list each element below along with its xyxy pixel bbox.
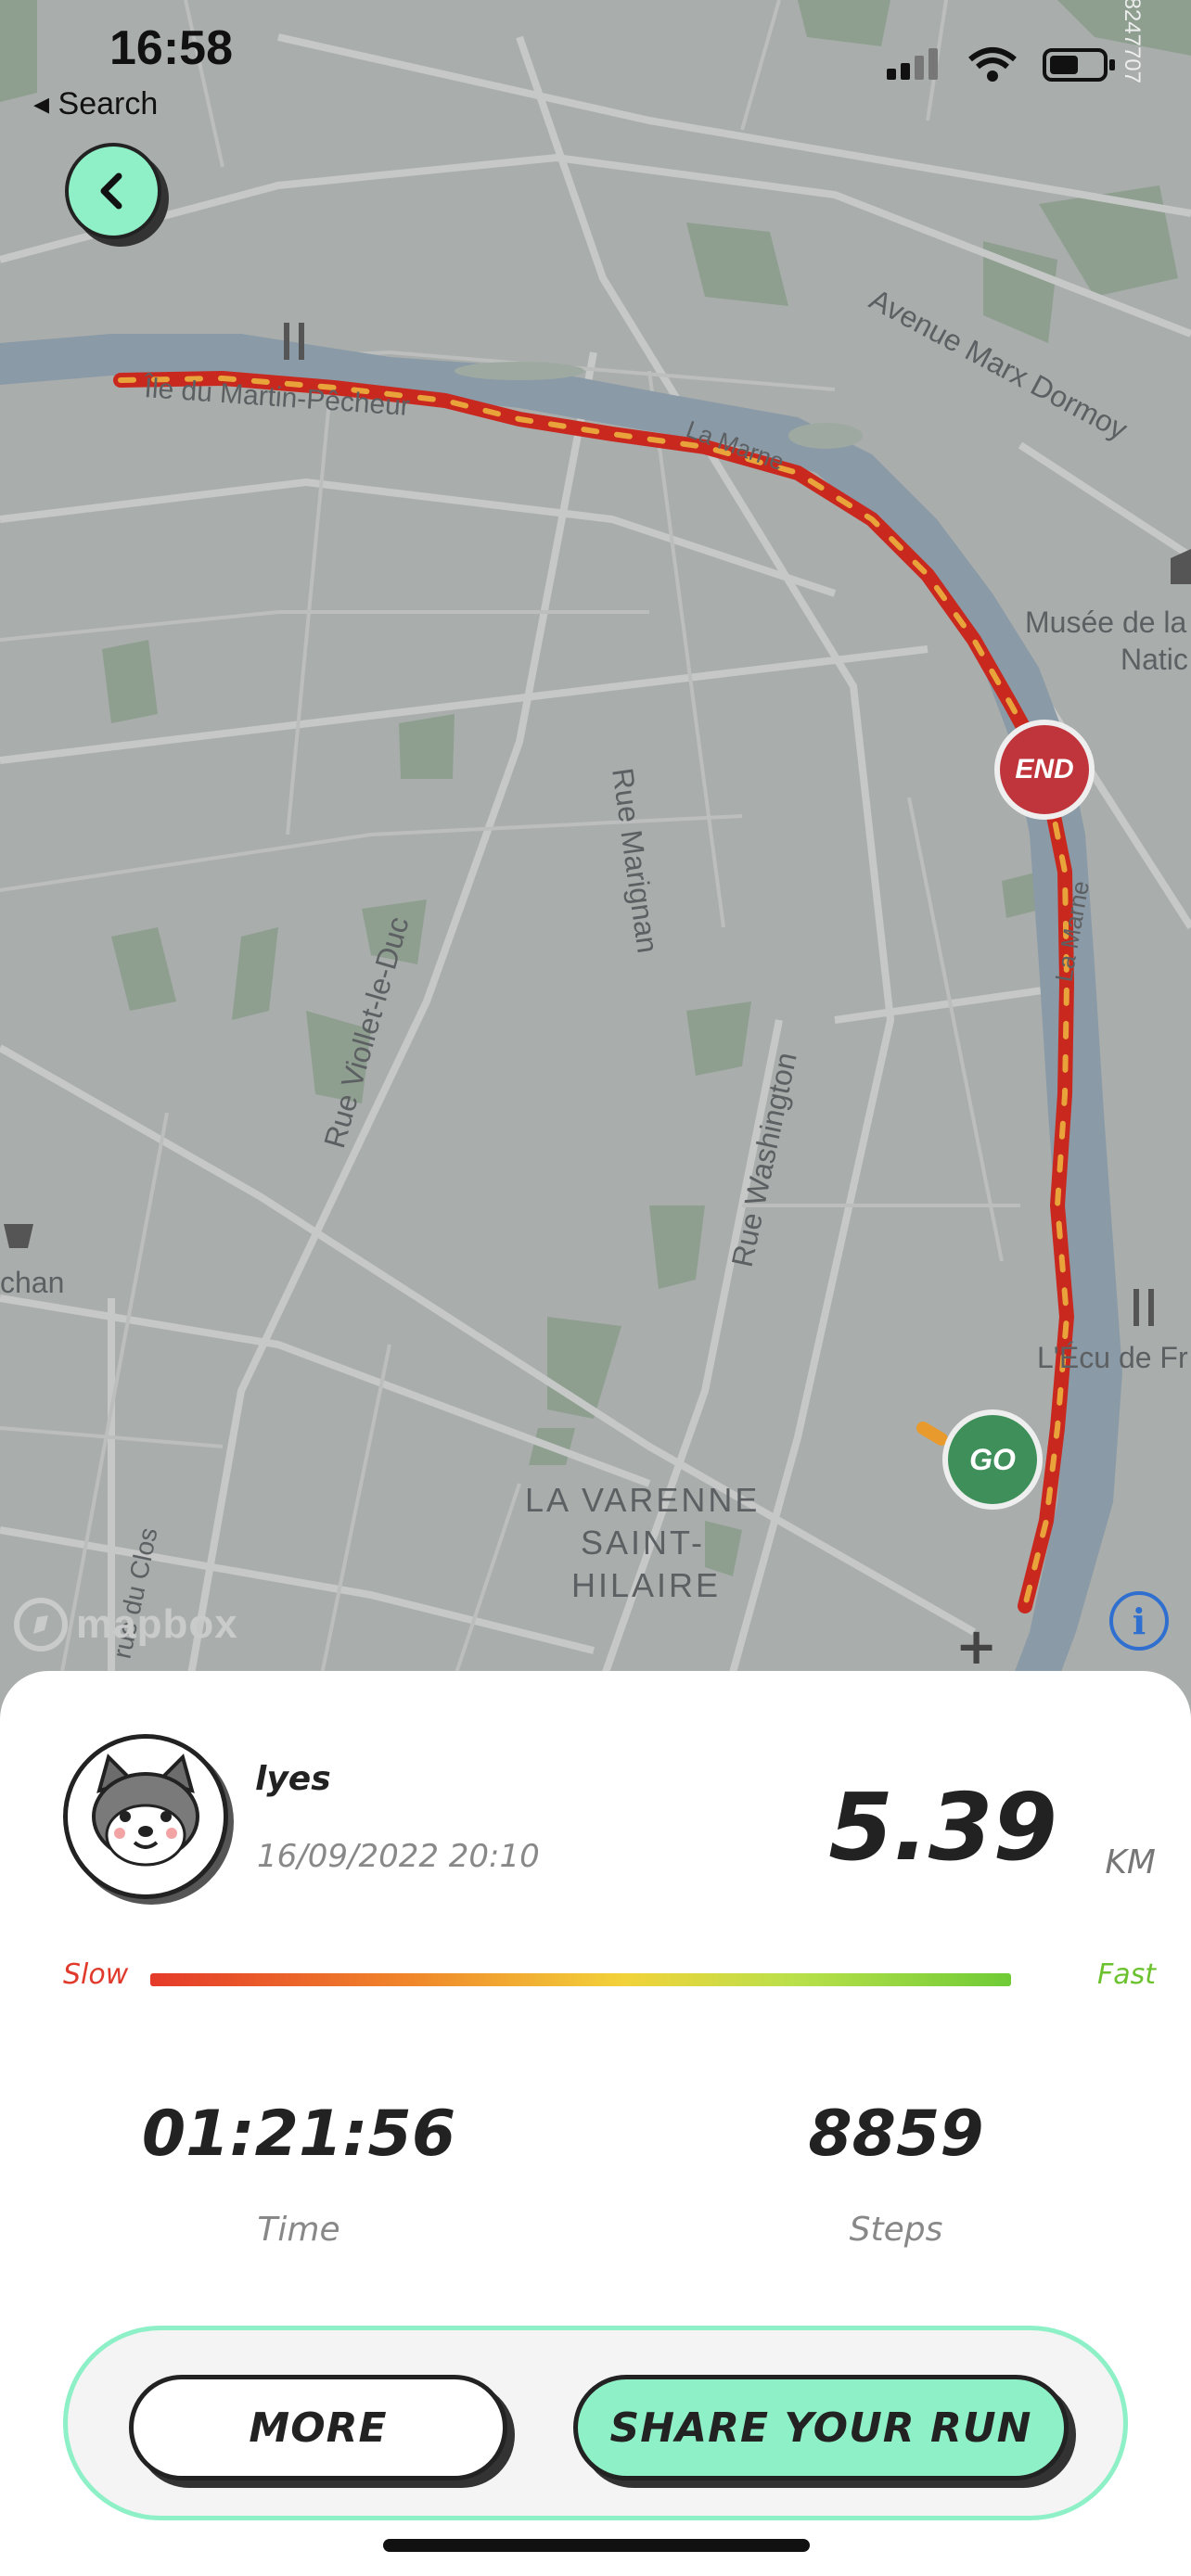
speed-legend-fast: Fast (1096, 1958, 1156, 1991)
map-label-museum-2: Natic (1121, 643, 1188, 676)
map-label-museum: Musée de la (1025, 606, 1187, 639)
run-summary-sheet: lyes 16/09/2022 20:10 5.39 KM Slow Fast … (0, 1671, 1191, 2576)
status-time: 16:58 (109, 21, 233, 75)
cellular-signal-icon (887, 48, 938, 80)
run-distance-unit: KM (1105, 1843, 1156, 1881)
map-label-district-1: LA VARENNE (525, 1481, 760, 1519)
restaurant-icon (1133, 1289, 1139, 1326)
back-to-search-link[interactable]: ◂ Search (33, 85, 158, 122)
speed-gradient-bar (150, 1973, 1011, 1986)
chevron-left-icon (100, 172, 122, 210)
island (788, 423, 863, 449)
zoom-in-icon[interactable]: + (955, 1617, 997, 1676)
map-label-ecu: L'Écu de Fr (1037, 1341, 1188, 1374)
run-time-value: 01:21:56 (141, 2098, 456, 2171)
route-map[interactable]: Avenue Marx Dormoy La Marne La Marne Mus… (0, 0, 1191, 1708)
speed-legend-slow: Slow (63, 1958, 129, 1991)
device-id-text: 131298247707 (1120, 0, 1145, 83)
mapbox-logo-icon (14, 1598, 68, 1651)
avatar[interactable] (63, 1734, 228, 1899)
run-steps-label: Steps (849, 2211, 943, 2249)
start-marker[interactable]: GO (942, 1409, 1043, 1510)
mapbox-attribution[interactable]: mapbox (13, 1597, 238, 1652)
more-button[interactable]: MORE (129, 2375, 507, 2480)
run-steps-value: 8859 (808, 2098, 984, 2171)
info-icon[interactable]: i (1109, 1591, 1169, 1651)
map-label-district-2: SAINT- (581, 1524, 705, 1562)
home-indicator[interactable] (383, 2539, 810, 2552)
mapbox-wordmark: mapbox (76, 1601, 238, 1647)
status-icons (887, 46, 1117, 83)
action-bar: MORE SHARE YOUR RUN (63, 2326, 1128, 2520)
end-marker[interactable]: END (994, 720, 1095, 820)
run-time-label: Time (257, 2211, 340, 2249)
share-run-button[interactable]: SHARE YOUR RUN (573, 2375, 1069, 2480)
map-label-shop: chan (0, 1266, 64, 1299)
dog-avatar-icon (68, 1739, 224, 1894)
battery-icon (1043, 48, 1115, 82)
back-button[interactable] (65, 143, 161, 239)
wifi-icon (968, 47, 1017, 82)
restaurant-icon (284, 323, 289, 360)
run-distance-value: 5.39 (828, 1773, 1057, 1881)
island (455, 362, 584, 380)
map-label-district-3: HILAIRE (571, 1566, 721, 1604)
runner-name: lyes (255, 1760, 331, 1798)
run-datetime: 16/09/2022 20:10 (257, 1838, 540, 1875)
